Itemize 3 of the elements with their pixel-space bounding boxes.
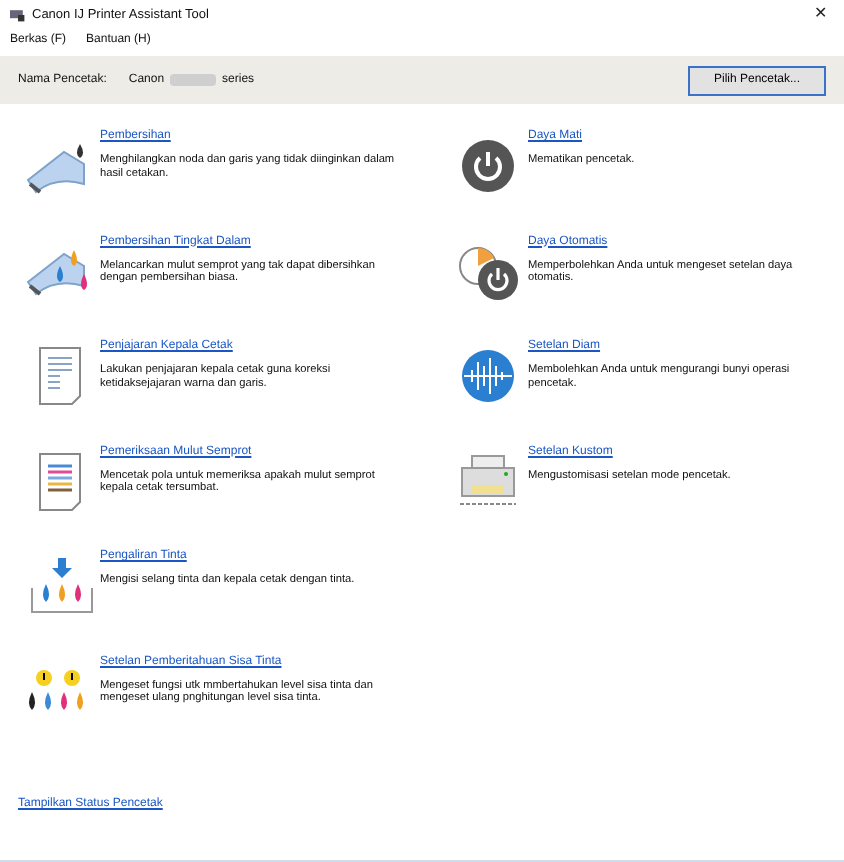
redacted-mark xyxy=(170,74,217,86)
close-button[interactable]: ✕ xyxy=(806,6,836,22)
printer-app-icon xyxy=(10,7,26,21)
